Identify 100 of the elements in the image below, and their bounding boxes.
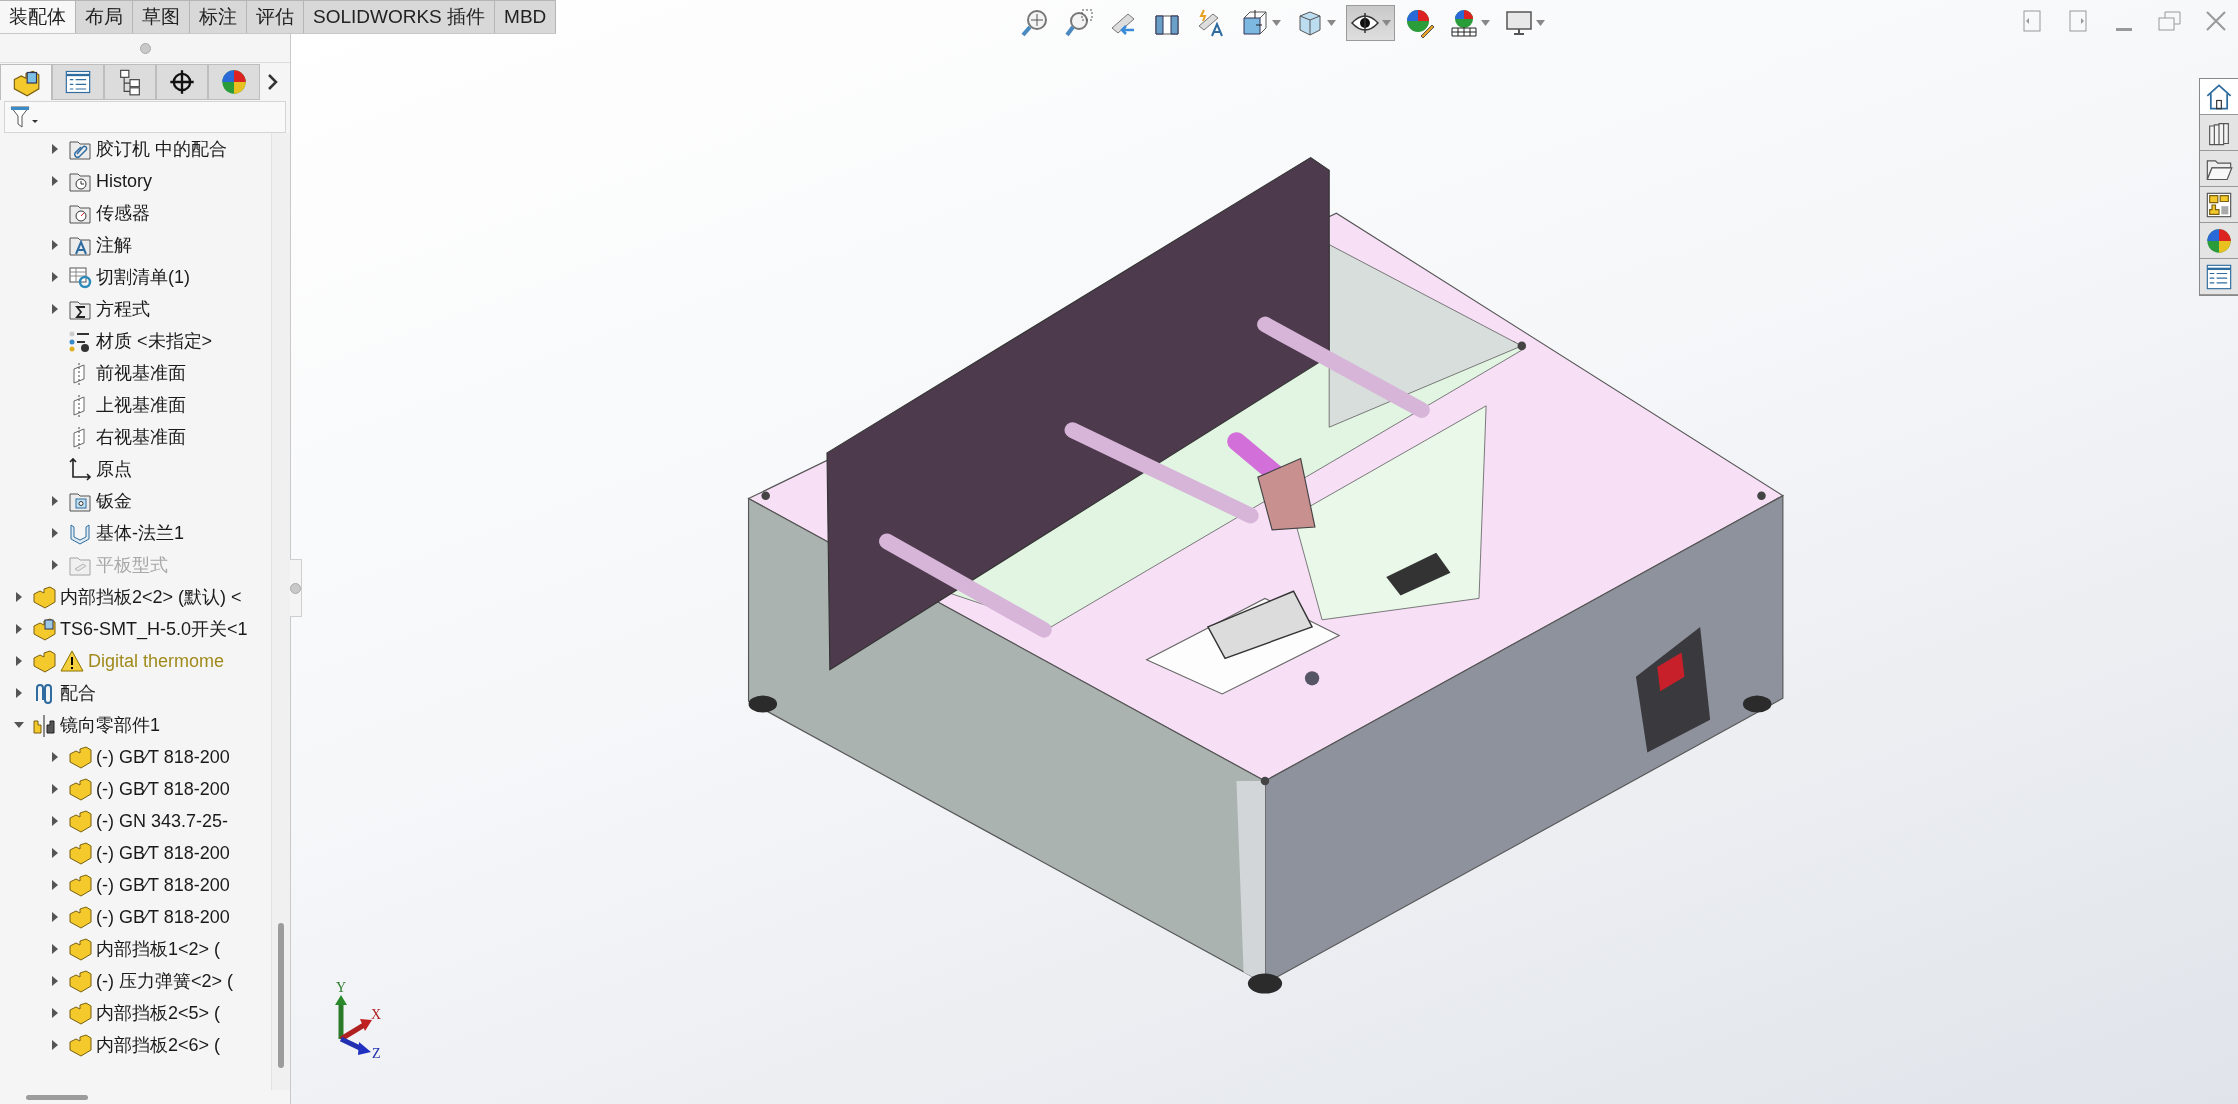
- tree-item-label: 原点: [96, 458, 132, 481]
- tree-item[interactable]: TS6-SMT_H-5.0开关<1: [0, 613, 271, 645]
- tree-item[interactable]: 配合: [0, 677, 271, 709]
- flange-icon: [68, 521, 92, 545]
- tree-item-label: 平板型式: [96, 554, 168, 577]
- home-icon: [2205, 82, 2233, 111]
- tree-item[interactable]: (-) 压力弹簧<2> (: [0, 965, 271, 997]
- panel-left-icon: [2023, 10, 2041, 32]
- tree-item-label: 胶订机 中的配合: [96, 138, 227, 161]
- origin-icon: [68, 457, 92, 481]
- command-tab[interactable]: 装配体: [0, 0, 76, 33]
- command-tab[interactable]: 布局: [76, 0, 133, 33]
- tree-item[interactable]: History: [0, 165, 271, 197]
- view-toolbar-button[interactable]: [1346, 5, 1395, 41]
- dropdown-caret-icon: [1327, 20, 1336, 26]
- scrollbar-thumb[interactable]: [26, 1094, 88, 1100]
- part-icon: [68, 873, 92, 897]
- collapse-handle[interactable]: [290, 559, 302, 617]
- close-icon: [2205, 10, 2227, 32]
- tree-item-label: (-) GN 343.7-25-: [96, 810, 229, 832]
- tree-item-label: 内部挡板2<5> (: [96, 1002, 221, 1025]
- command-tab[interactable]: MBD: [495, 0, 557, 33]
- tree-item-label: Digital thermome: [88, 650, 225, 672]
- tree-item-label: (-) GB∕T 818-200: [96, 746, 230, 768]
- tree-item-label: 内部挡板2<2> (默认) <: [60, 586, 242, 609]
- part-icon: [68, 905, 92, 929]
- tree-item[interactable]: 原点: [0, 453, 271, 485]
- part-icon: [32, 649, 56, 673]
- tree-item[interactable]: 切割清单(1): [0, 261, 271, 293]
- tree-item-label: 切割清单(1): [96, 266, 190, 289]
- tree-item[interactable]: (-) GB∕T 818-200: [0, 869, 271, 901]
- part-icon: [68, 1033, 92, 1057]
- tree-item[interactable]: 镜向零部件1: [0, 709, 271, 741]
- task-pane-tab[interactable]: [2200, 223, 2238, 259]
- dropdown-caret-icon: [1536, 20, 1545, 26]
- crosshair-icon: [168, 68, 196, 96]
- tree-item-label: 方程式: [96, 298, 150, 321]
- command-tab[interactable]: 评估: [247, 0, 304, 33]
- color-ball-pencil-icon: [1405, 8, 1435, 38]
- tree-item-label: 内部挡板1<2> (: [96, 938, 221, 961]
- tree-item[interactable]: 胶订机 中的配合: [0, 133, 271, 165]
- command-tab[interactable]: SOLIDWORKS 插件: [304, 0, 496, 33]
- tree-item-label: 上视基准面: [96, 394, 186, 417]
- binoculars-letter-icon: [1196, 8, 1226, 38]
- tree-item[interactable]: 上视基准面: [0, 389, 271, 421]
- tree-item-label: 配合: [60, 682, 96, 705]
- tree-item-label: 前视基准面: [96, 362, 186, 385]
- list-icon: [64, 68, 92, 96]
- zoom-fit-icon: [1020, 8, 1050, 38]
- tree-item[interactable]: 内部挡板1<2> (: [0, 933, 271, 965]
- part-icon: [68, 1001, 92, 1025]
- tree-item-label: (-) GB∕T 818-200: [96, 906, 230, 928]
- tree-item[interactable]: 右视基准面: [0, 421, 271, 453]
- grip-handle[interactable]: [139, 42, 151, 54]
- tree-item[interactable]: 内部挡板2<2> (默认) <: [0, 581, 271, 613]
- tree-item[interactable]: (-) GB∕T 818-200: [0, 741, 271, 773]
- task-pane-tab[interactable]: [2200, 79, 2238, 115]
- tree-item-label: 材质 <未指定>: [96, 330, 213, 353]
- tree-item[interactable]: 注解: [0, 229, 271, 261]
- filter-icon[interactable]: [9, 104, 39, 130]
- part-icon: [68, 969, 92, 993]
- task-pane-tab[interactable]: [2200, 259, 2238, 295]
- cube-arrow-icon: [1240, 8, 1270, 38]
- part-icon: [32, 585, 56, 609]
- part-icon: [68, 841, 92, 865]
- tree-item[interactable]: (-) GB∕T 818-200: [0, 837, 271, 869]
- tree-item[interactable]: (-) GB∕T 818-200: [0, 773, 271, 805]
- command-tab[interactable]: 草图: [133, 0, 190, 33]
- color-ball-icon: [220, 68, 248, 96]
- task-pane-tab[interactable]: [2200, 115, 2238, 151]
- tree-item[interactable]: 内部挡板2<6> (: [0, 1029, 271, 1061]
- task-pane-tab[interactable]: [2200, 151, 2238, 187]
- x-axis-arrow: [339, 1019, 372, 1042]
- tree-item[interactable]: (-) GB∕T 818-200: [0, 901, 271, 933]
- tree-item-label: (-) GB∕T 818-200: [96, 842, 230, 864]
- tree-item-label: 基体-法兰1: [96, 522, 184, 545]
- scrollbar-thumb[interactable]: [278, 923, 284, 1068]
- y-axis-arrow: [335, 995, 347, 1039]
- tree-item-label: 传感器: [96, 202, 150, 225]
- tree-item-label: TS6-SMT_H-5.0开关<1: [60, 618, 248, 641]
- tree-item[interactable]: 前视基准面: [0, 357, 271, 389]
- task-pane-tab[interactable]: [2200, 187, 2238, 223]
- part-icon: [68, 777, 92, 801]
- tree-item[interactable]: 传感器: [0, 197, 271, 229]
- restore-icon: [2158, 10, 2182, 32]
- tree-item[interactable]: 基体-法兰1: [0, 517, 271, 549]
- table-icon: [68, 265, 92, 289]
- command-tab[interactable]: 标注: [190, 0, 247, 33]
- part-icon: [68, 809, 92, 833]
- manager-tab[interactable]: [104, 64, 156, 100]
- tree-item[interactable]: (-) GN 343.7-25-: [0, 805, 271, 837]
- x-axis-label: X: [371, 1007, 382, 1022]
- tree-item[interactable]: 内部挡板2<5> (: [0, 997, 271, 1029]
- tree-item[interactable]: 钣金: [0, 485, 271, 517]
- tree-item-label: (-) 压力弹簧<2> (: [96, 970, 233, 993]
- manager-tab[interactable]: [156, 64, 208, 100]
- zoom-area-icon: [1064, 8, 1094, 38]
- tree-item[interactable]: 方程式: [0, 293, 271, 325]
- tree-item[interactable]: 材质 <未指定>: [0, 325, 271, 357]
- part-icon: [12, 68, 40, 97]
